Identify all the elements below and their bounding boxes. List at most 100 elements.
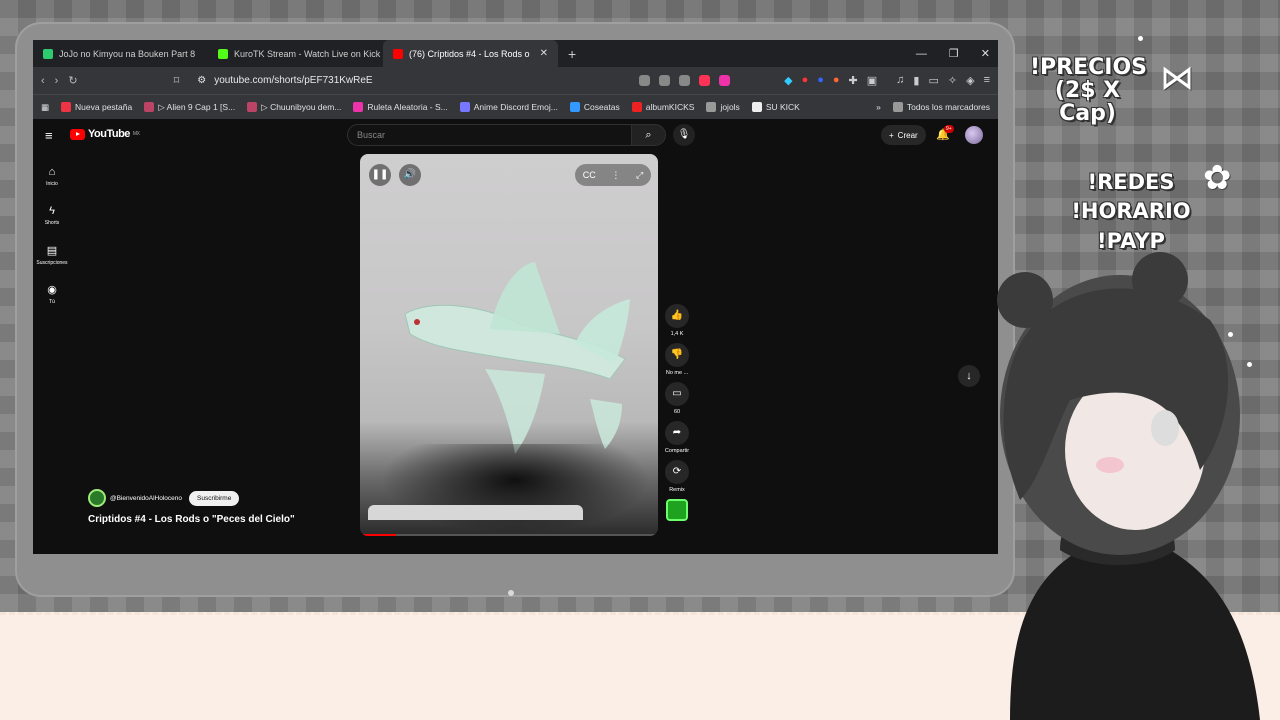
bookmark-item[interactable]: Ruleta Aleatoria - S... bbox=[353, 102, 448, 112]
zoom-icon[interactable] bbox=[659, 75, 671, 86]
folder-icon bbox=[706, 102, 717, 112]
brave-shield-icon[interactable] bbox=[699, 75, 711, 86]
tab-label: JoJo no Kimyou na Bouken Part 8 bbox=[59, 48, 196, 59]
bookmark-folder[interactable]: jojols bbox=[706, 102, 740, 112]
plus-icon: + bbox=[889, 130, 894, 140]
restore-icon[interactable]: ❐ bbox=[949, 47, 959, 60]
wallet-icon[interactable]: ▭ bbox=[928, 74, 938, 87]
browser-window: JoJo no Kimyou na Bouken Part 8 KuroTK S… bbox=[33, 40, 998, 554]
mic-icon[interactable]: 🎙 bbox=[673, 124, 695, 146]
reload-icon[interactable]: ↻ bbox=[68, 74, 77, 87]
bookmark-item[interactable]: Coseatas bbox=[569, 102, 620, 112]
channel-name[interactable]: @BienvenidoAlHoloceno bbox=[110, 495, 182, 502]
remix-action[interactable]: ⟳ Remix bbox=[662, 460, 692, 493]
bookmark-favicon bbox=[61, 102, 72, 112]
bookmark-favicon bbox=[569, 102, 580, 112]
extension-icon[interactable]: ● bbox=[802, 74, 809, 87]
bookmark-favicon bbox=[247, 102, 258, 112]
site-info-icon[interactable]: ⚙ bbox=[197, 75, 206, 86]
forward-icon[interactable]: › bbox=[55, 75, 59, 87]
tab-youtube-active[interactable]: (76) Críptidos #4 - Los Rods o ✕ bbox=[383, 40, 558, 67]
pause-icon[interactable]: ❚❚ bbox=[369, 164, 391, 186]
comment-icon[interactable]: ▭ bbox=[665, 382, 689, 406]
back-icon[interactable]: ‹ bbox=[41, 75, 45, 87]
more-bookmarks-icon[interactable]: » bbox=[876, 102, 881, 112]
account-avatar[interactable] bbox=[965, 126, 983, 144]
volume-icon[interactable]: 🔊 bbox=[399, 164, 421, 186]
screenshot-icon[interactable] bbox=[639, 75, 651, 86]
share-action[interactable]: ➦ Compartir bbox=[662, 421, 692, 454]
dislike-action[interactable]: 👎 No me ... bbox=[662, 343, 692, 376]
youtube-play-icon bbox=[70, 128, 85, 140]
tab-jojo[interactable]: JoJo no Kimyou na Bouken Part 8 bbox=[33, 40, 208, 67]
new-tab-button[interactable]: + bbox=[558, 46, 586, 62]
bookmark-item[interactable]: SU KICK bbox=[751, 102, 800, 112]
video-progress-fill bbox=[360, 534, 396, 536]
extension-icon[interactable]: ● bbox=[817, 74, 824, 87]
sidebar-icon[interactable]: ▮ bbox=[913, 74, 919, 87]
channel-avatar[interactable] bbox=[88, 489, 106, 507]
video-shadow bbox=[380, 444, 650, 534]
bookmark-icon[interactable]: ⌑ bbox=[174, 74, 180, 87]
bookmark-label: jojols bbox=[720, 102, 740, 112]
more-options-icon[interactable]: ⋮ bbox=[611, 170, 620, 181]
sidebar-item-tu[interactable]: ◉ Tú bbox=[33, 274, 71, 313]
bookmark-item[interactable]: albumKICKS bbox=[631, 102, 694, 112]
sidebar-item-suscripciones[interactable]: ▤ Suscripciones bbox=[33, 235, 71, 274]
channel-avatar[interactable] bbox=[666, 499, 688, 521]
bookmark-item[interactable]: ▷ Chuunibyou dem... bbox=[247, 102, 341, 113]
bookmarks-bar: ▦ Nueva pestaña ▷ Alien 9 Cap 1 [S... ▷ … bbox=[33, 94, 998, 119]
video-progress-bar[interactable] bbox=[360, 534, 658, 536]
close-window-icon[interactable]: ✕ bbox=[981, 47, 990, 60]
bookmark-item[interactable]: ▷ Alien 9 Cap 1 [S... bbox=[144, 102, 235, 113]
thumbs-up-icon[interactable]: 👍 bbox=[665, 304, 689, 328]
overlay-command-precios: !PRECIOS (2$ X Cap) bbox=[1030, 55, 1148, 127]
tab-label: KuroTK Stream - Watch Live on Kick bbox=[234, 48, 381, 59]
channel-avatar-action[interactable] bbox=[662, 499, 692, 521]
menu-icon[interactable]: ≡ bbox=[984, 74, 990, 87]
puzzle-icon[interactable]: ✚ bbox=[849, 74, 858, 87]
search-input[interactable]: Buscar bbox=[347, 124, 632, 146]
shorts-icon: ϟ bbox=[49, 205, 55, 217]
rewards-icon[interactable] bbox=[719, 75, 731, 86]
bookmark-label: Coseatas bbox=[583, 102, 620, 112]
remix-icon[interactable]: ⟳ bbox=[665, 460, 689, 484]
sidebar-item-shorts[interactable]: ϟ Shorts bbox=[33, 196, 71, 235]
subscribe-button[interactable]: Suscribirme bbox=[189, 490, 240, 506]
media-icon[interactable]: ♫ bbox=[896, 74, 904, 87]
apps-icon[interactable]: ▦ bbox=[41, 102, 49, 113]
bookmark-label: Anime Discord Emoj... bbox=[473, 102, 558, 112]
extension-icon[interactable]: ◆ bbox=[784, 74, 792, 87]
url-field[interactable]: ⚙ youtube.com/shorts/pEF731KwReE bbox=[189, 71, 609, 90]
youtube-logo[interactable]: YouTube MX bbox=[70, 128, 140, 140]
shorts-action-bar: 👍 1,4 K 👎 No me ... ▭ 60 ➦ Compartir ⟳ R… bbox=[662, 304, 692, 527]
all-bookmarks[interactable]: Todos los marcadores bbox=[892, 102, 990, 112]
minimize-icon[interactable]: — bbox=[916, 48, 927, 60]
like-action[interactable]: 👍 1,4 K bbox=[662, 304, 692, 337]
captions-icon[interactable]: CC bbox=[583, 170, 596, 180]
bookmark-item[interactable]: Anime Discord Emoj... bbox=[459, 102, 558, 112]
sidebar-item-inicio[interactable]: ⌂ Inicio bbox=[33, 157, 71, 196]
search-icon[interactable]: ⌕ bbox=[631, 124, 666, 146]
create-button[interactable]: + Crear bbox=[881, 125, 926, 145]
extension-icon[interactable]: ● bbox=[833, 74, 840, 87]
sidebar-item-label: Suscripciones bbox=[36, 259, 68, 266]
share-icon[interactable]: ➦ bbox=[665, 421, 689, 445]
leo-icon[interactable]: ✧ bbox=[948, 74, 957, 87]
share-icon[interactable] bbox=[679, 75, 691, 86]
folder-icon bbox=[892, 102, 903, 112]
hamburger-menu-icon[interactable]: ≡ bbox=[45, 128, 53, 143]
all-bookmarks-label: Todos los marcadores bbox=[906, 102, 990, 112]
bookmark-item[interactable]: Nueva pestaña bbox=[61, 102, 132, 112]
fullscreen-icon[interactable]: ⤢ bbox=[636, 170, 643, 181]
next-short-preview[interactable] bbox=[368, 505, 583, 520]
vpn-icon[interactable]: ◈ bbox=[966, 74, 974, 87]
tab-bar: JoJo no Kimyou na Bouken Part 8 KuroTK S… bbox=[33, 40, 998, 67]
thumbs-down-icon[interactable]: 👎 bbox=[665, 343, 689, 367]
shorts-video-player[interactable]: ❚❚ 🔊 CC ⋮ ⤢ bbox=[360, 154, 658, 536]
comments-action[interactable]: ▭ 60 bbox=[662, 382, 692, 415]
tab-kick[interactable]: KuroTK Stream - Watch Live on Kick bbox=[208, 40, 383, 67]
close-tab-icon[interactable]: ✕ bbox=[540, 48, 548, 59]
youtube-masthead: ≡ YouTube MX Buscar ⌕ 🎙 + Crear 🔔 9+ bbox=[33, 119, 998, 151]
tab-search-icon[interactable]: ▣ bbox=[867, 74, 877, 87]
